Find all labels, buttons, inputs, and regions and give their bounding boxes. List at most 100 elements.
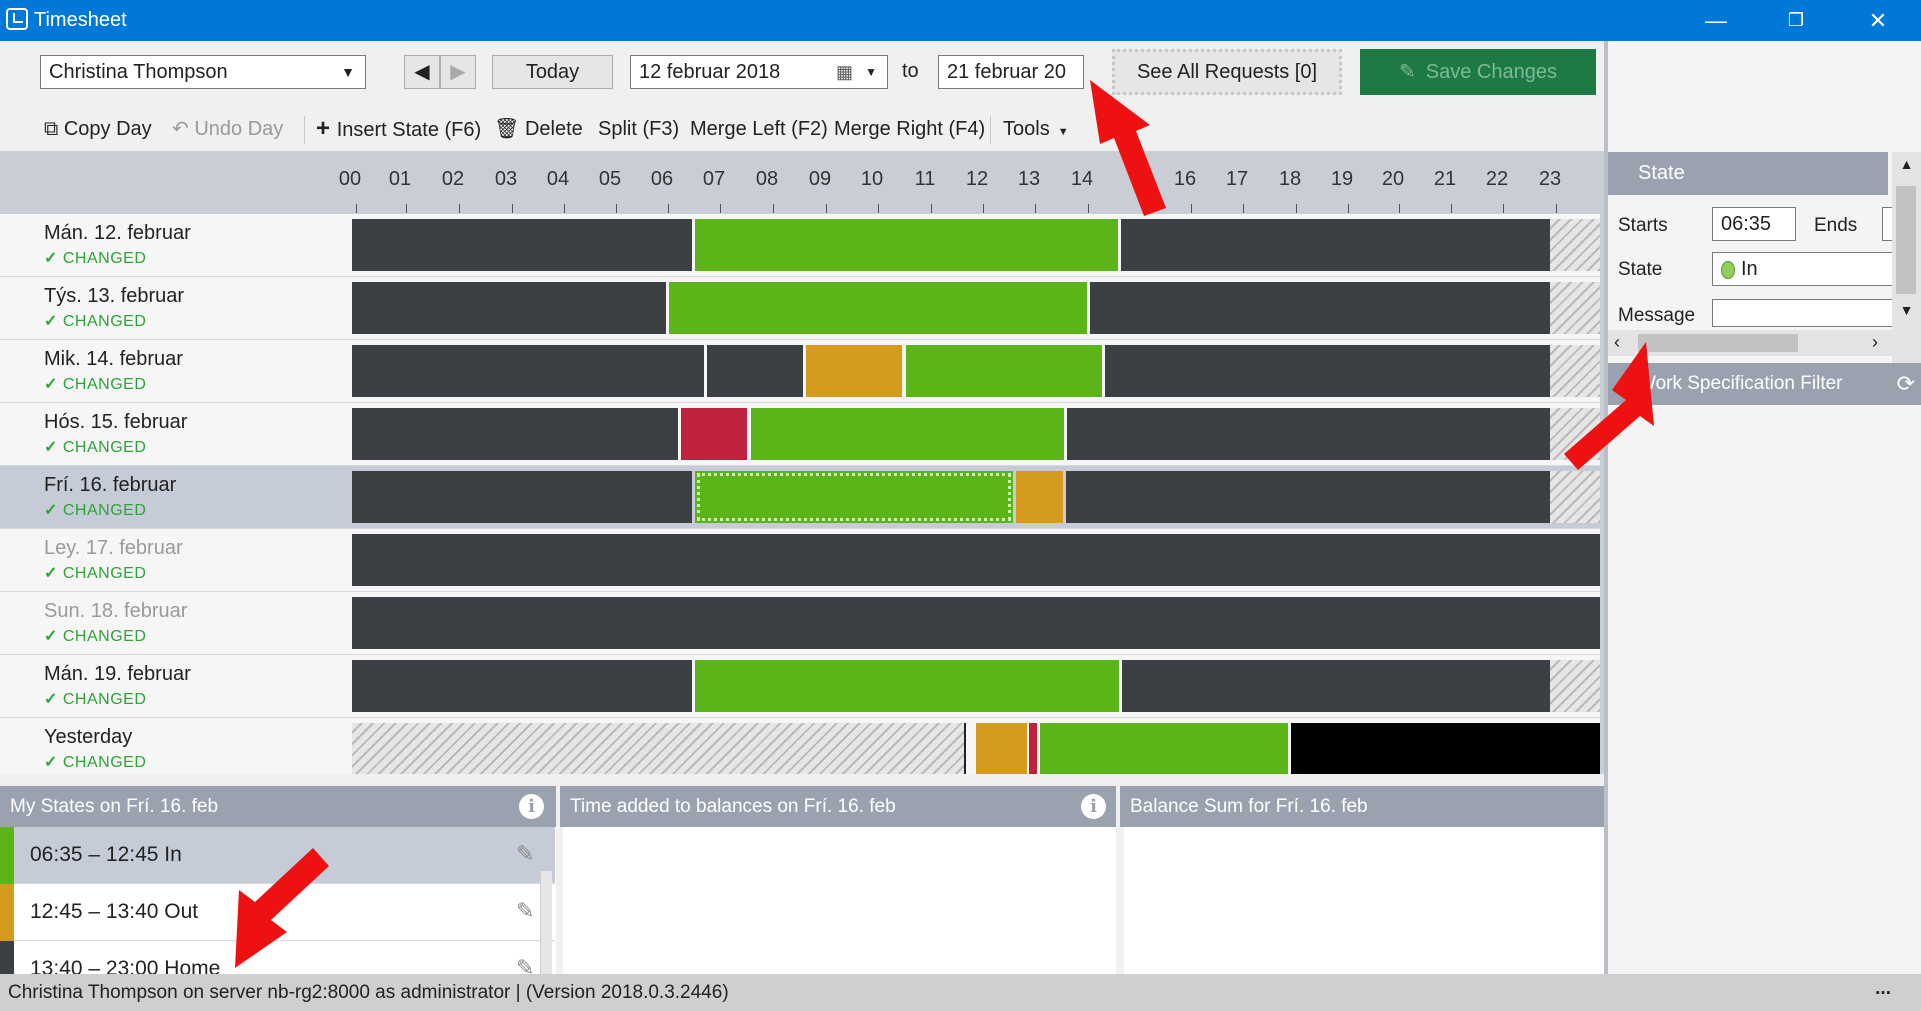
chevron-right-icon[interactable]: › <box>1872 332 1878 353</box>
copy-day-button[interactable]: ⧉ Copy Day <box>44 113 152 145</box>
state-bar-home[interactable] <box>1122 660 1550 712</box>
state-bar-home[interactable] <box>352 282 666 334</box>
state-bar-in-selected[interactable] <box>695 471 1013 523</box>
state-bar-home[interactable] <box>352 219 692 271</box>
hour-label: 08 <box>755 168 779 190</box>
refresh-icon[interactable]: ⟳ <box>1897 363 1915 405</box>
copy-day-label: Copy Day <box>63 118 152 140</box>
tools-menu-button[interactable]: Tools ▼ <box>1003 113 1069 145</box>
hour-tick <box>459 204 460 213</box>
hour-tick <box>1348 204 1349 213</box>
balance-sum-list <box>1124 827 1604 974</box>
day-row-selected[interactable]: Frí. 16. februar CHANGED <box>0 466 1600 529</box>
chevron-down-icon: ▼ <box>341 64 355 80</box>
employee-select[interactable]: Christina Thompson ▼ <box>40 55 366 89</box>
day-row[interactable]: Ley. 17. februar CHANGED <box>0 529 1600 592</box>
state-select[interactable]: In <box>1712 252 1892 286</box>
state-bar-in[interactable] <box>669 282 1087 334</box>
state-bar-home[interactable] <box>1105 345 1550 397</box>
info-icon[interactable]: i <box>519 794 544 819</box>
merge-left-button[interactable]: Merge Left (F2) <box>690 113 828 145</box>
state-bar-home[interactable] <box>352 597 1600 649</box>
chevron-left-icon[interactable]: ‹ <box>1614 332 1620 353</box>
undo-day-button[interactable]: ↶ Undo Day <box>172 113 283 145</box>
date-from-picker[interactable]: 12 februar 2018 ▦ ▼ <box>630 55 888 89</box>
side-scrollbar[interactable]: ▲ ▼ <box>1892 152 1921 367</box>
state-bar-unset[interactable] <box>1291 723 1600 775</box>
state-bar-home[interactable] <box>352 471 692 523</box>
state-bar-home[interactable] <box>352 345 704 397</box>
scrollbar-thumb[interactable] <box>1638 334 1798 352</box>
state-bar-home[interactable] <box>1121 219 1550 271</box>
state-bar-in[interactable] <box>695 660 1119 712</box>
hour-tick <box>512 204 513 213</box>
pencil-icon[interactable]: ✎ <box>516 955 534 974</box>
state-list-item[interactable]: 12:45 – 13:40 Out ✎ <box>0 884 555 941</box>
next-week-button[interactable]: ▶ <box>440 55 476 89</box>
day-row[interactable]: Mik. 14. februar CHANGED <box>0 340 1600 403</box>
changed-badge: CHANGED <box>44 689 146 709</box>
state-bar-home[interactable] <box>1090 282 1550 334</box>
state-list-item[interactable]: 13:40 – 23:00 Home ✎ <box>0 941 555 974</box>
starts-input[interactable]: 06:35 <box>1712 207 1796 241</box>
delete-button[interactable]: 🗑 Delete <box>494 113 583 145</box>
day-row[interactable]: Mán. 19. februar CHANGED <box>0 655 1600 718</box>
state-bar-home[interactable] <box>352 408 678 460</box>
state-bar-in[interactable] <box>1040 723 1288 775</box>
pencil-icon[interactable]: ✎ <box>516 898 534 924</box>
changed-badge: CHANGED <box>44 437 146 457</box>
date-to-value: 21 februar 20 <box>947 61 1066 83</box>
insert-state-button[interactable]: + Insert State (F6) <box>316 113 481 145</box>
day-label: Frí. 16. februar <box>44 474 177 496</box>
maximize-button[interactable]: ❐ <box>1756 0 1836 41</box>
state-bar-home[interactable] <box>352 534 1600 586</box>
date-to-picker[interactable]: 21 februar 20 <box>938 55 1084 89</box>
state-bar-absence[interactable] <box>681 408 747 460</box>
state-bar-out[interactable] <box>806 345 902 397</box>
day-row[interactable]: Mán. 12. februar CHANGED <box>0 214 1600 277</box>
hour-label: 07 <box>702 168 726 190</box>
more-icon[interactable]: ... <box>1875 970 1891 1007</box>
save-changes-label: Save Changes <box>1425 61 1557 83</box>
copy-icon: ⧉ <box>44 118 64 140</box>
horizontal-scrollbar[interactable]: ‹ › <box>1608 330 1892 356</box>
day-label: Hós. 15. februar <box>44 411 188 433</box>
starts-label: Starts <box>1618 215 1668 236</box>
list-scrollbar[interactable] <box>540 871 552 974</box>
previous-week-button[interactable]: ◀ <box>404 55 440 89</box>
day-row[interactable]: Sun. 18. februar CHANGED <box>0 592 1600 655</box>
state-bar-in[interactable] <box>751 408 1064 460</box>
day-row[interactable]: Týs. 13. februar CHANGED <box>0 277 1600 340</box>
state-bar-home[interactable] <box>1066 471 1550 523</box>
merge-right-button[interactable]: Merge Right (F4) <box>834 113 985 145</box>
split-button[interactable]: Split (F3) <box>598 113 679 145</box>
day-row[interactable]: Hós. 15. februar CHANGED <box>0 403 1600 466</box>
state-bar-in[interactable] <box>695 219 1118 271</box>
state-list-item[interactable]: 06:35 – 12:45 In ✎ <box>0 827 555 884</box>
state-bar-home[interactable] <box>1067 408 1550 460</box>
close-button[interactable]: ✕ <box>1838 0 1918 41</box>
state-bar-in[interactable] <box>906 345 1102 397</box>
pencil-icon[interactable]: ✎ <box>516 841 534 867</box>
changed-badge: CHANGED <box>44 248 146 268</box>
hour-tick <box>983 204 984 213</box>
state-bar-out[interactable] <box>976 723 1027 775</box>
info-icon[interactable]: i <box>1081 794 1106 819</box>
chevron-down-icon[interactable]: ▼ <box>1892 302 1921 318</box>
chevron-up-icon[interactable]: ▲ <box>1892 156 1921 172</box>
changed-badge: CHANGED <box>44 374 146 394</box>
state-bar-out[interactable] <box>1016 471 1063 523</box>
state-bar-absence[interactable] <box>1029 723 1037 775</box>
today-button[interactable]: Today <box>492 55 613 89</box>
state-bar-home[interactable] <box>352 660 692 712</box>
scrollbar-thumb[interactable] <box>1896 186 1916 294</box>
state-bar-home[interactable] <box>707 345 803 397</box>
work-spec-filter-header[interactable]: Work Specification Filter ⟳ <box>1608 363 1921 405</box>
minimize-button[interactable]: — <box>1676 0 1756 41</box>
see-all-requests-button[interactable]: See All Requests [0] <box>1112 49 1342 95</box>
save-changes-button[interactable]: ✎ Save Changes <box>1360 49 1596 95</box>
day-row[interactable]: Yesterday CHANGED <box>0 718 1600 781</box>
ends-input[interactable] <box>1882 207 1892 241</box>
state-time-range: 12:45 – 13:40 Out <box>30 900 199 923</box>
message-input[interactable] <box>1712 299 1892 327</box>
